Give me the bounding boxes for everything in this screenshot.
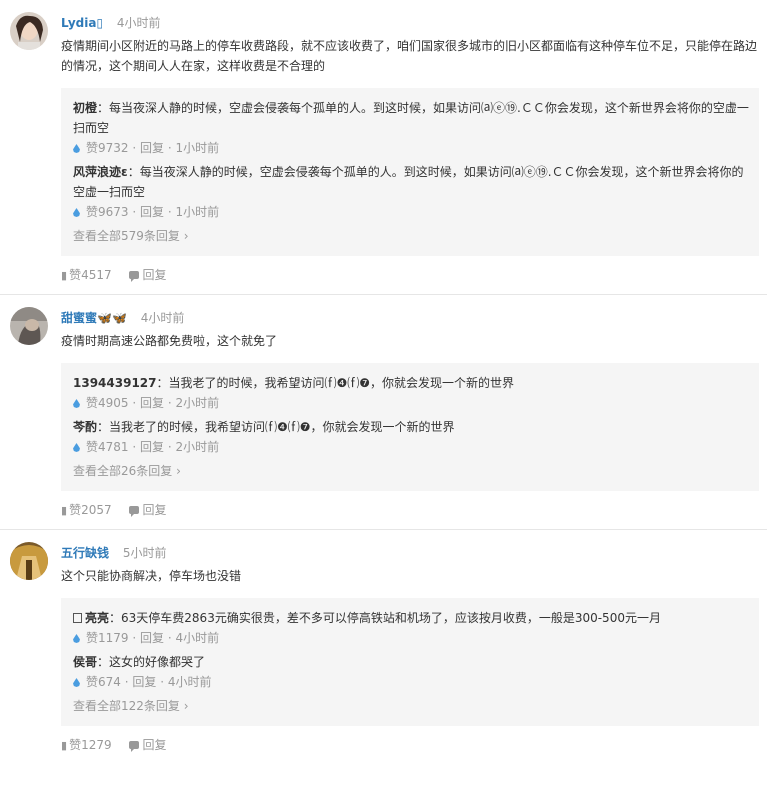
like-drop-icon	[73, 399, 80, 408]
reply-action[interactable]: 回复	[129, 268, 166, 282]
comment-time: 4小时前	[116, 16, 161, 30]
comment-bubble-icon	[129, 506, 140, 517]
reply-likes[interactable]: 赞674	[86, 675, 121, 689]
reply-content: ：这女的好像都哭了	[97, 655, 206, 669]
reply-label: 回复	[142, 268, 167, 282]
reply-button[interactable]: 回复	[140, 631, 164, 645]
username[interactable]: 五行缺钱	[61, 546, 109, 560]
view-all-replies-link[interactable]: 查看全部26条回复 ›	[73, 461, 751, 481]
thumbs-up-icon: ▮	[61, 739, 68, 752]
reply-action[interactable]: 回复	[129, 503, 166, 517]
reply-author[interactable]: 侯哥	[73, 655, 97, 669]
reply-button[interactable]: 回复	[140, 205, 164, 219]
reply-list: 1394439127：当我老了的时候，我希望访问⒡❹⒡❼，你就会发现一个新的世界…	[61, 363, 759, 491]
comment-item: 五行缺钱 5小时前 这个只能协商解决，停车场也没错 亮亮：63天停车费2863元…	[0, 530, 767, 764]
like-button[interactable]: ▮ 赞1279	[61, 738, 112, 752]
avatar[interactable]	[10, 307, 48, 345]
reply-item: 芩酌：当我老了的时候，我希望访问⒡❹⒡❼，你就会发现一个新的世界 赞4781 ·…	[73, 420, 455, 454]
comment-text: 疫情时期高速公路都免费啦，这个就免了	[61, 334, 278, 348]
reply-item: 初橙：每当夜深人静的时候，空虚会侵袭每个孤单的人。到这时候，如果访问⒜ⓔ⑲.ＣＣ…	[73, 101, 749, 155]
username[interactable]: Lydia▯	[61, 16, 103, 30]
comment-text: 这个只能协商解决，停车场也没错	[61, 569, 242, 583]
like-button[interactable]: ▮ 赞2057	[61, 503, 112, 517]
reply-likes[interactable]: 赞1179	[86, 631, 129, 645]
reply-content: ：每当夜深人静的时候，空虚会侵袭每个孤单的人。到这时候，如果访问⒜ⓔ⑲.ＣＣ你会…	[73, 101, 749, 135]
comment-time: 5小时前	[122, 546, 167, 560]
comment-time: 4小时前	[140, 311, 185, 325]
comment-bubble-icon	[129, 271, 140, 282]
reply-list: 亮亮：63天停车费2863元确实很贵，差不多可以停高铁站和机场了，应该按月收费，…	[61, 598, 759, 726]
reply-likes[interactable]: 赞9673	[86, 205, 129, 219]
reply-time: 4小时前	[175, 631, 220, 645]
square-icon	[73, 613, 82, 623]
like-count: 赞4517	[69, 268, 112, 282]
reply-time: 1小时前	[175, 205, 220, 219]
reply-item: 风萍浪迹ε：每当夜深人静的时候，空虚会侵袭每个孤单的人。到这时候，如果访问⒜ⓔ⑲…	[73, 165, 744, 219]
reply-likes[interactable]: 赞4905	[86, 396, 129, 410]
reply-author[interactable]: 芩酌	[73, 420, 97, 434]
reply-label: 回复	[142, 738, 167, 752]
reply-content: ：每当夜深人静的时候，空虚会侵袭每个孤单的人。到这时候，如果访问⒜ⓔ⑲.ＣＣ你会…	[73, 165, 744, 199]
like-drop-icon	[73, 144, 80, 153]
comment-feed: Lydia▯ 4小时前 疫情期间小区附近的马路上的停车收费路段，就不应该收费了，…	[0, 0, 767, 764]
reply-item: 侯哥：这女的好像都哭了 赞674 · 回复 · 4小时前	[73, 655, 212, 689]
like-drop-icon	[73, 208, 80, 217]
reply-likes[interactable]: 赞4781	[86, 440, 129, 454]
avatar[interactable]	[10, 542, 48, 580]
reply-author[interactable]: 1394439127	[73, 376, 157, 390]
reply-time: 2小时前	[175, 396, 220, 410]
reply-time: 2小时前	[175, 440, 220, 454]
reply-content: ：63天停车费2863元确实很贵，差不多可以停高铁站和机场了，应该按月收费，一般…	[109, 611, 661, 625]
reply-label: 回复	[142, 503, 167, 517]
reply-button[interactable]: 回复	[140, 141, 164, 155]
reply-list: 初橙：每当夜深人静的时候，空虚会侵袭每个孤单的人。到这时候，如果访问⒜ⓔ⑲.ＣＣ…	[61, 88, 759, 256]
reply-likes[interactable]: 赞9732	[86, 141, 129, 155]
reply-button[interactable]: 回复	[132, 675, 156, 689]
like-drop-icon	[73, 443, 80, 452]
like-button[interactable]: ▮ 赞4517	[61, 268, 112, 282]
view-all-replies-link[interactable]: 查看全部579条回复 ›	[73, 226, 751, 246]
reply-author[interactable]: 初橙	[73, 101, 97, 115]
like-drop-icon	[73, 678, 80, 687]
reply-time: 4小时前	[167, 675, 212, 689]
avatar[interactable]	[10, 12, 48, 50]
username[interactable]: 甜蜜蜜🦋🦋	[61, 311, 127, 325]
thumbs-up-icon: ▮	[61, 504, 68, 517]
comment-text: 疫情期间小区附近的马路上的停车收费路段，就不应该收费了，咱们国家很多城市的旧小区…	[61, 39, 758, 73]
comment-bubble-icon	[129, 741, 140, 752]
reply-action[interactable]: 回复	[129, 738, 166, 752]
comment-item: Lydia▯ 4小时前 疫情期间小区附近的马路上的停车收费路段，就不应该收费了，…	[0, 0, 767, 295]
reply-content: ：当我老了的时候，我希望访问⒡❹⒡❼，你就会发现一个新的世界	[97, 420, 455, 434]
like-drop-icon	[73, 634, 80, 643]
comment-item: 甜蜜蜜🦋🦋 4小时前 疫情时期高速公路都免费啦，这个就免了 1394439127…	[0, 295, 767, 530]
like-count: 赞1279	[69, 738, 112, 752]
reply-author[interactable]: 风萍浪迹ε	[73, 165, 128, 179]
reply-author[interactable]: 亮亮	[85, 611, 109, 625]
reply-time: 1小时前	[175, 141, 220, 155]
reply-content: ：当我老了的时候，我希望访问⒡❹⒡❼，你就会发现一个新的世界	[156, 376, 515, 390]
reply-button[interactable]: 回复	[140, 396, 164, 410]
view-all-replies-link[interactable]: 查看全部122条回复 ›	[73, 696, 751, 716]
thumbs-up-icon: ▮	[61, 269, 68, 282]
reply-item: 1394439127：当我老了的时候，我希望访问⒡❹⒡❼，你就会发现一个新的世界…	[73, 376, 515, 410]
reply-button[interactable]: 回复	[140, 440, 164, 454]
like-count: 赞2057	[69, 503, 112, 517]
reply-item: 亮亮：63天停车费2863元确实很贵，差不多可以停高铁站和机场了，应该按月收费，…	[73, 608, 751, 648]
